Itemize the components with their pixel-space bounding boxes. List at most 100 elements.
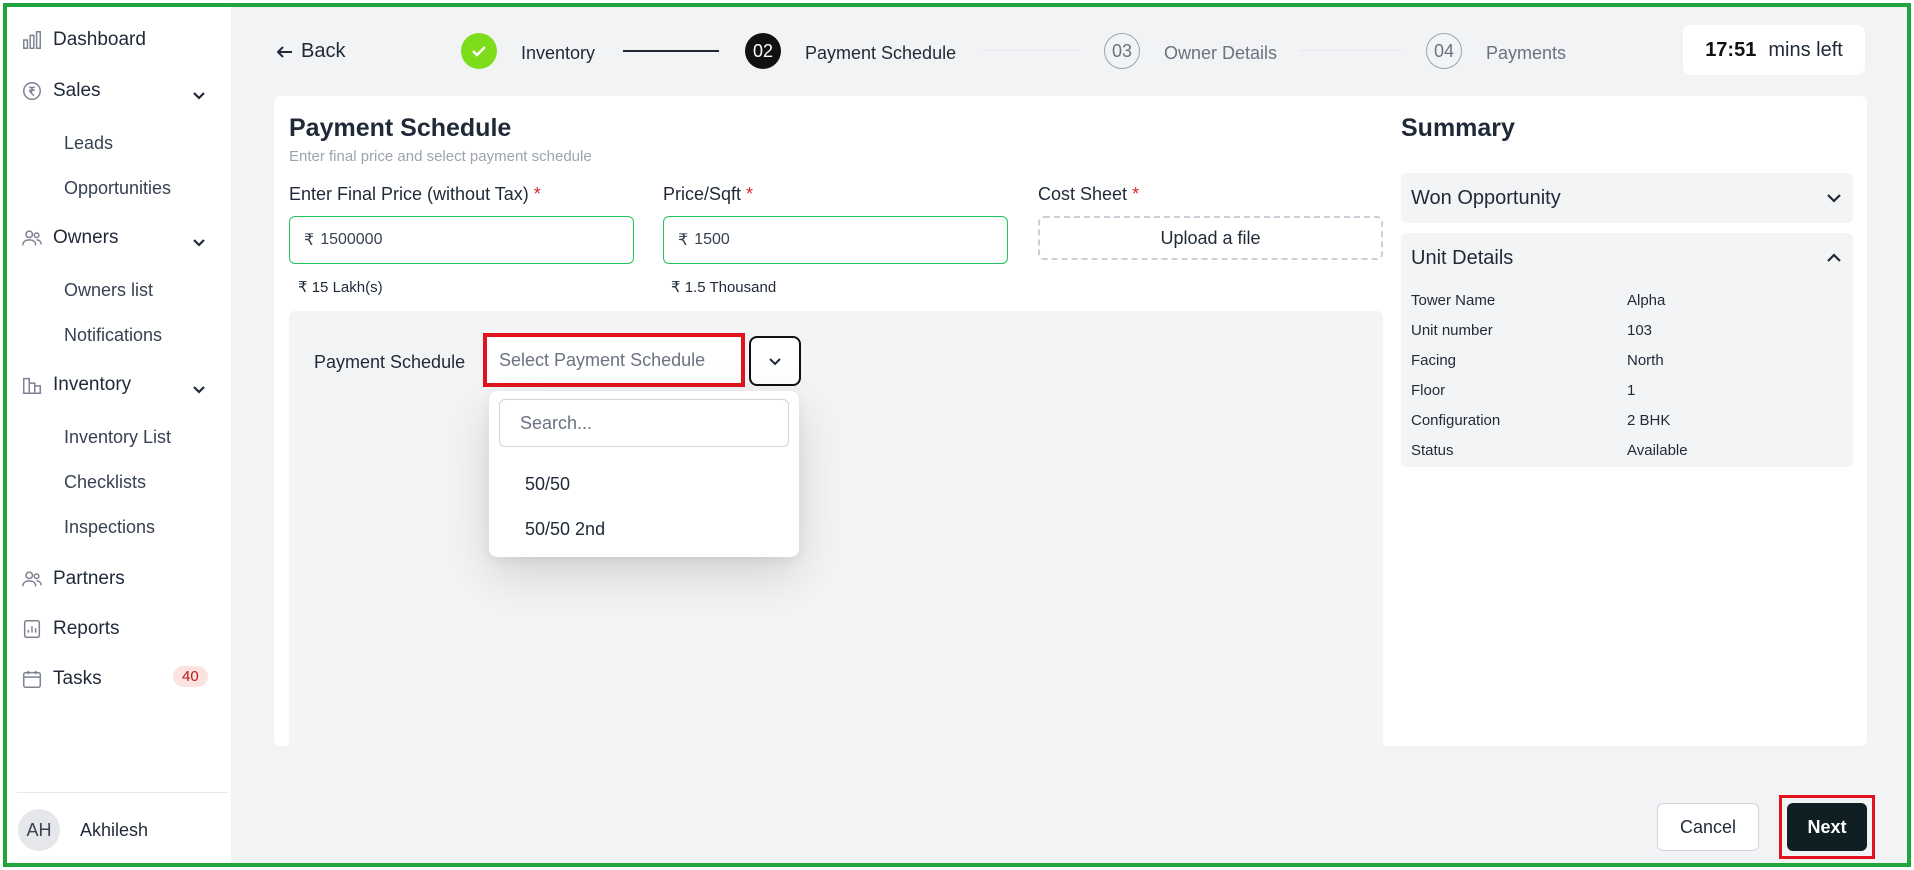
countdown-timer: 17:51 mins left <box>1683 25 1865 75</box>
bar-chart-icon <box>23 31 41 49</box>
rupee-circle-icon <box>23 82 41 100</box>
back-label: Back <box>301 40 346 62</box>
required-mark: * <box>533 184 541 204</box>
sidebar-item-label: Reports <box>53 618 120 639</box>
step-3-number: 03 <box>1104 33 1140 69</box>
cancel-button[interactable]: Cancel <box>1657 803 1759 851</box>
final-price-value: 1500000 <box>320 231 383 248</box>
chevron-down-icon[interactable] <box>191 381 207 397</box>
arrow-left-icon <box>276 45 292 58</box>
app-frame: Dashboard Sales Leads Opportunities Owne… <box>3 3 1911 867</box>
payment-schedule-area <box>289 311 1383 751</box>
user-name[interactable]: Akhilesh <box>80 820 148 841</box>
price-sqft-input[interactable]: ₹ 1500 <box>663 216 1008 264</box>
rupee-icon: ₹ <box>304 232 315 249</box>
dropdown-option[interactable]: 50/50 2nd <box>525 519 605 540</box>
sidebar-item-reports[interactable]: Reports <box>21 618 120 640</box>
step-1-check-icon <box>461 33 497 69</box>
unit-detail-key: Floor <box>1411 382 1446 399</box>
sidebar-item-label: Owners <box>53 227 119 248</box>
unit-details-accordion: Unit Details <box>1401 233 1853 467</box>
page-subtitle: Enter final price and select payment sch… <box>289 148 592 165</box>
sidebar-item-label: Partners <box>53 568 125 589</box>
upload-file-button[interactable]: Upload a file <box>1038 216 1383 260</box>
sidebar-item-inspections[interactable]: Inspections <box>64 517 155 538</box>
price-sqft-helper: ₹ 1.5 Thousand <box>671 279 777 296</box>
chevron-down-icon <box>1825 189 1843 207</box>
timer-value: 17:51 <box>1705 38 1757 61</box>
final-price-input[interactable]: ₹ 1500000 <box>289 216 634 264</box>
step-1-label: Inventory <box>521 43 596 63</box>
required-mark: * <box>1132 184 1140 204</box>
step-4-number: 04 <box>1426 33 1462 69</box>
unit-detail-value: Available <box>1627 442 1688 459</box>
price-sqft-value: 1500 <box>694 231 730 248</box>
dropdown-toggle-button[interactable] <box>749 336 801 386</box>
unit-detail-key: Facing <box>1411 352 1457 369</box>
sidebar-item-leads[interactable]: Leads <box>64 133 113 154</box>
dropdown-option[interactable]: 50/50 <box>525 474 570 495</box>
step-4-label: Payments <box>1486 43 1567 63</box>
rupee-icon: ₹ <box>678 232 689 249</box>
required-mark: * <box>746 184 754 204</box>
chevron-up-icon[interactable] <box>1825 249 1843 267</box>
final-price-label: Enter Final Price (without Tax) * <box>289 184 541 204</box>
unit-detail-value: North <box>1627 352 1664 369</box>
sidebar-item-owners-list[interactable]: Owners list <box>64 280 153 301</box>
unit-detail-value: Alpha <box>1627 292 1666 309</box>
sidebar-item-label: Dashboard <box>53 29 146 50</box>
users-icon <box>22 230 42 246</box>
chevron-down-icon[interactable] <box>191 234 207 250</box>
chevron-down-icon <box>769 358 781 366</box>
sidebar-item-tasks[interactable]: Tasks <box>21 668 102 690</box>
sidebar-item-dashboard[interactable]: Dashboard <box>21 29 146 51</box>
sidebar-item-partners[interactable]: Partners <box>21 568 125 590</box>
sidebar-item-inventory-list[interactable]: Inventory List <box>64 427 171 448</box>
page-title: Payment Schedule <box>289 114 512 142</box>
avatar[interactable]: AH <box>18 809 60 851</box>
step-2-number: 02 <box>745 33 781 69</box>
accordion-title[interactable]: Unit Details <box>1411 247 1513 270</box>
calendar-icon <box>23 670 41 688</box>
report-icon <box>23 620 41 638</box>
dropdown-search-input[interactable] <box>499 399 789 447</box>
step-connector <box>623 50 719 52</box>
unit-detail-value: 103 <box>1627 322 1653 339</box>
payment-schedule-select[interactable]: Select Payment Schedule <box>483 333 745 387</box>
final-price-helper: ₹ 15 Lakh(s) <box>298 279 383 296</box>
payment-schedule-dropdown: 50/50 50/50 2nd <box>489 391 799 557</box>
unit-detail-value: 2 BHK <box>1627 412 1671 429</box>
users-icon <box>22 571 42 587</box>
won-opportunity-accordion[interactable]: Won Opportunity <box>1401 173 1853 223</box>
unit-detail-key: Status <box>1411 442 1454 459</box>
summary-title: Summary <box>1401 114 1515 142</box>
sidebar-item-label: Inventory <box>53 374 132 395</box>
price-sqft-label: Price/Sqft * <box>663 184 754 204</box>
payment-schedule-label: Payment Schedule <box>314 352 466 372</box>
tasks-count-badge: 40 <box>173 666 208 687</box>
sidebar: Dashboard Sales Leads Opportunities Owne… <box>7 7 231 863</box>
cost-sheet-label: Cost Sheet * <box>1038 184 1140 204</box>
sidebar-item-owners[interactable]: Owners <box>21 227 118 249</box>
timer-suffix: mins left <box>1768 38 1843 61</box>
sidebar-item-inventory[interactable]: Inventory <box>21 374 131 396</box>
chevron-down-icon[interactable] <box>191 87 207 103</box>
sidebar-item-sales[interactable]: Sales <box>21 80 101 102</box>
unit-detail-key: Unit number <box>1411 322 1493 339</box>
building-icon <box>22 377 42 394</box>
sidebar-item-checklists[interactable]: Checklists <box>64 472 146 493</box>
next-button[interactable]: Next <box>1787 803 1867 851</box>
sidebar-item-label: Sales <box>53 80 101 101</box>
sidebar-item-opportunities[interactable]: Opportunities <box>64 178 171 199</box>
sidebar-item-notifications[interactable]: Notifications <box>64 325 162 346</box>
step-3-label: Owner Details <box>1164 43 1278 63</box>
unit-detail-key: Configuration <box>1411 412 1501 429</box>
unit-detail-value: 1 <box>1627 382 1636 399</box>
unit-detail-key: Tower Name <box>1411 292 1496 309</box>
sidebar-divider <box>17 792 227 793</box>
step-connector <box>982 50 1079 51</box>
accordion-title: Won Opportunity <box>1411 187 1561 209</box>
back-button[interactable]: Back <box>275 40 345 63</box>
step-connector <box>1300 50 1401 51</box>
step-2-label: Payment Schedule <box>805 43 957 63</box>
